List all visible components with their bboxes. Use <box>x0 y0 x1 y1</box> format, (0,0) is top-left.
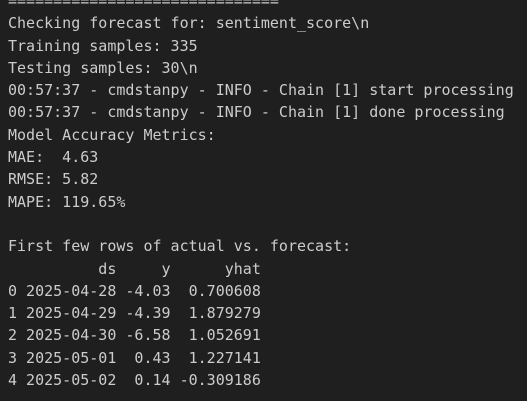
training-samples-line: Training samples: 335 <box>8 36 198 55</box>
checking-forecast-line: Checking forecast for: sentiment_score\n <box>8 14 370 33</box>
table-row: 1 2025-04-29 -4.39 1.879279 <box>8 304 261 323</box>
table-row: 2 2025-04-30 -6.58 1.052691 <box>8 326 261 345</box>
log-done-line: 00:57:37 - cmdstanpy - INFO - Chain [1] … <box>8 103 505 122</box>
testing-samples-line: Testing samples: 30\n <box>8 58 198 77</box>
metrics-heading: Model Accuracy Metrics: <box>8 125 216 144</box>
mape-line: MAPE: 119.65% <box>8 192 126 211</box>
table-row: 4 2025-05-02 0.14 -0.309186 <box>8 371 261 390</box>
mae-line: MAE: 4.63 <box>8 148 99 167</box>
log-start-line: 00:57:37 - cmdstanpy - INFO - Chain [1] … <box>8 81 514 100</box>
table-header-row: ds y yhat <box>8 259 261 278</box>
table-row: 0 2025-04-28 -4.03 0.700608 <box>8 281 261 300</box>
separator-line: ============================== <box>8 0 279 10</box>
table-row: 3 2025-05-01 0.43 1.227141 <box>8 348 261 367</box>
table-heading: First few rows of actual vs. forecast: <box>8 237 352 256</box>
rmse-line: RMSE: 5.82 <box>8 170 99 189</box>
terminal-output[interactable]: ============================== Checking … <box>0 0 527 401</box>
